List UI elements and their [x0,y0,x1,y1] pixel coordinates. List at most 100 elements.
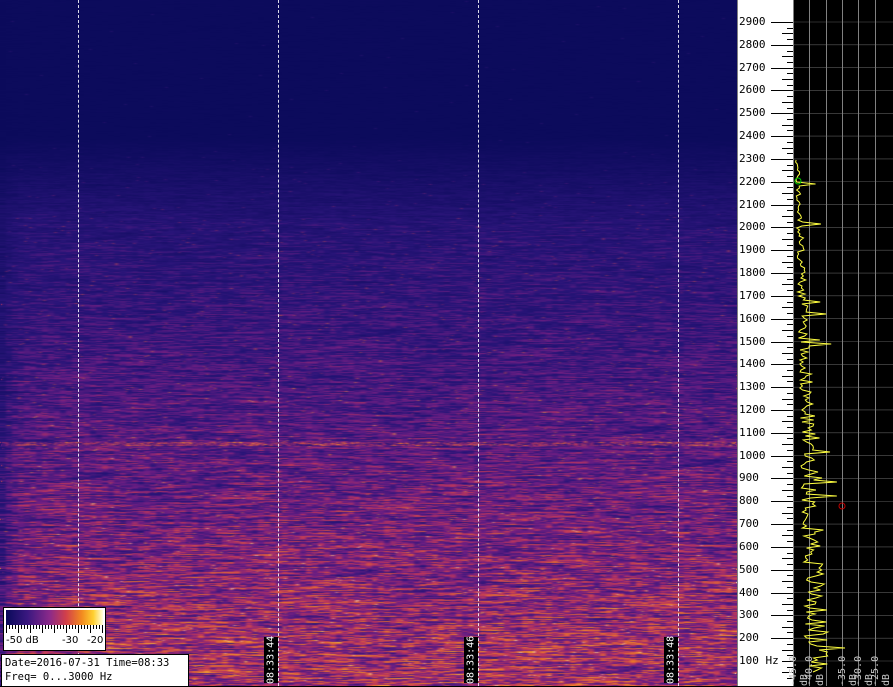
frequency-label: 2600 [739,83,766,97]
color-scale-tick [72,625,73,629]
color-scale-tick [102,625,103,633]
color-scale-tick [93,625,94,629]
color-scale-ticks [6,625,103,635]
color-scale-tick [78,625,79,633]
color-scale-tick [24,625,25,629]
frequency-tick [771,409,793,411]
frequency-minor-tick [782,307,793,309]
frequency-label: 200 [739,631,759,645]
spectrogram-canvas[interactable] [0,0,737,686]
color-scale-tick [21,625,22,629]
frequency-tick [771,158,793,160]
frequency-label: 2800 [739,37,766,51]
frequency-tick [771,250,793,252]
frequency-tick [771,136,793,138]
frequency-label: 700 [739,517,759,531]
frequency-label: 1800 [739,266,766,280]
frequency-minor-tick [782,489,793,491]
frequency-minor-tick [782,626,793,628]
frequency-label: 2900 [739,15,766,28]
frequency-tick [771,181,793,183]
frequency-label: 2200 [739,174,766,188]
frequency-label: 1500 [739,334,766,348]
frequency-minor-tick [782,467,793,469]
color-scale-legend: -50 dB -30 -20 [3,607,106,651]
color-scale-tick [42,625,43,633]
frequency-minor-tick [782,603,793,605]
frequency-tick [771,204,793,206]
spectrum-panel[interactable]: -45.0 dB -40.0 dB -35.0 dB -30.0 dB -25.… [788,0,893,686]
frequency-minor-tick [782,170,793,172]
frequency-minor-tick [782,444,793,446]
frequency-minor-tick [782,375,793,377]
frequency-tick [771,227,793,229]
color-scale-tick [66,625,67,633]
frequency-tick [771,455,793,457]
frequency-label: 1900 [739,243,766,257]
frequency-label: 1700 [739,288,766,302]
frequency-tick [771,524,793,526]
frequency-minor-tick [782,238,793,240]
frequency-minor-tick [782,330,793,332]
color-scale-tick [33,625,34,629]
color-scale-tick [90,625,91,633]
color-scale-tick [15,625,16,629]
color-scale-label-min: -50 dB [6,635,39,646]
db-label: -40.0 dB [804,655,826,686]
color-scale-label-mid: -30 [62,635,79,646]
frequency-label: 1400 [739,357,766,371]
frequency-minor-tick [782,398,793,400]
color-scale-tick [75,625,76,629]
frequency-label: 1300 [739,380,766,394]
frequency-minor-tick [782,79,793,81]
frequency-minor-tick [782,101,793,103]
color-scale-tick [18,625,19,633]
frequency-tick [771,387,793,389]
frequency-label: 900 [739,471,759,485]
color-scale-tick [6,625,7,633]
color-scale-tick [45,625,46,629]
color-scale-tick [36,625,37,629]
color-scale-tick [39,625,40,629]
frequency-minor-tick [782,124,793,126]
frequency-minor-tick [782,284,793,286]
frequency-label: 800 [739,494,759,508]
info-date-time: Date=2016-07-31 Time=08:33 [5,657,170,669]
frequency-minor-tick [782,261,793,263]
frequency-tick [771,295,793,297]
color-scale-tick [54,625,55,633]
frequency-minor-tick [782,512,793,514]
color-scale-tick [84,625,85,629]
frequency-tick [771,432,793,434]
spectrum-trace [795,159,846,673]
frequency-label: 2100 [739,197,766,211]
frequency-tick [771,501,793,503]
color-scale-tick [99,625,100,629]
frequency-tick [771,67,793,69]
frequency-label: 1200 [739,402,766,416]
frequency-minor-tick [782,33,793,35]
color-scale-tick [51,625,52,629]
info-box: Date=2016-07-31 Time=08:33 Freq= 0...300… [1,654,189,687]
frequency-label: 2300 [739,151,766,165]
frequency-label: 400 [739,585,759,599]
frequency-label: 2400 [739,129,766,143]
frequency-tick [771,22,793,23]
frequency-label: 100 Hz [739,654,779,667]
frequency-tick [771,569,793,571]
frequency-tick [771,44,793,46]
color-scale-gradient [6,610,103,625]
color-scale-tick [9,625,10,629]
frequency-minor-tick [782,352,793,354]
frequency-tick [771,364,793,366]
frequency-label: 300 [739,608,759,622]
color-scale-tick [57,625,58,629]
frequency-minor-tick [782,193,793,195]
frequency-axis: 2900 2800 2700 2600 2500 2400 2300 2200 2100 2000… [737,0,794,686]
frequency-tick [771,90,793,92]
frequency-minor-tick [782,535,793,537]
frequency-minor-tick [782,56,793,58]
frequency-minor-tick [782,215,793,217]
frequency-tick [771,592,793,594]
info-frequency-range: Freq= 0...3000 Hz [5,671,113,683]
